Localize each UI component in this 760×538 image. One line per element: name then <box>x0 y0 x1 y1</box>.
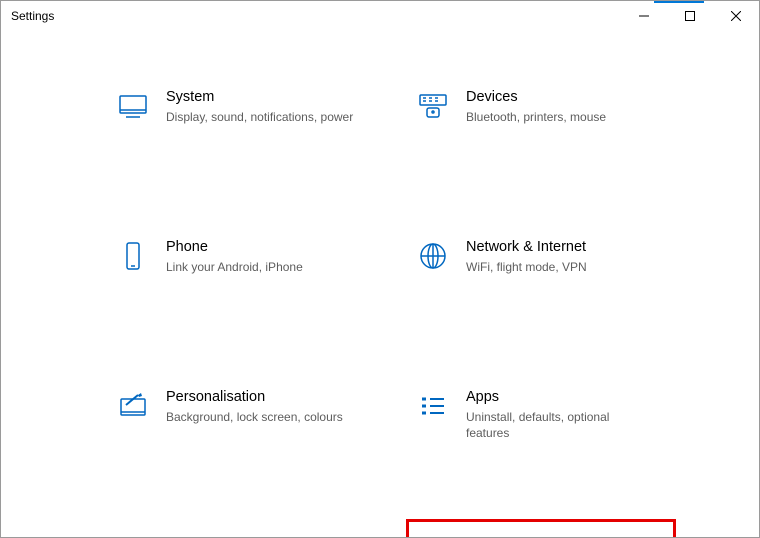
apps-icon <box>416 389 450 423</box>
devices-icon <box>416 89 450 123</box>
window-buttons <box>621 1 759 31</box>
tile-sub: Display, sound, notifications, power <box>166 109 356 125</box>
tile-sub: WiFi, flight mode, VPN <box>466 259 656 275</box>
personalisation-icon <box>116 389 150 423</box>
tile-title: Apps <box>466 387 676 407</box>
tile-title: Personalisation <box>166 387 376 407</box>
titlebar: Settings <box>1 1 759 31</box>
minimize-icon <box>639 11 649 21</box>
tile-sub: Link your Android, iPhone <box>166 259 356 275</box>
system-icon <box>116 89 150 123</box>
settings-content[interactable]: System Display, sound, notifications, po… <box>1 31 759 537</box>
tile-sub: Background, lock screen, colours <box>166 409 356 425</box>
tile-time-language[interactable]: A字 Time & Language Speech, region, date <box>406 519 676 537</box>
tile-network[interactable]: Network & Internet WiFi, flight mode, VP… <box>416 231 686 341</box>
tile-title: Devices <box>466 87 676 107</box>
settings-window: Settings System Display, sound, notifica… <box>0 0 760 538</box>
close-icon <box>731 11 741 21</box>
tile-title: Phone <box>166 237 376 257</box>
window-title: Settings <box>11 9 54 23</box>
maximize-button[interactable] <box>667 1 713 31</box>
accent-strip <box>654 0 704 3</box>
close-button[interactable] <box>713 1 759 31</box>
tile-phone[interactable]: Phone Link your Android, iPhone <box>116 231 386 341</box>
maximize-icon <box>685 11 695 21</box>
minimize-button[interactable] <box>621 1 667 31</box>
tile-sub: Bluetooth, printers, mouse <box>466 109 656 125</box>
phone-icon <box>116 239 150 273</box>
tile-title: System <box>166 87 376 107</box>
tile-title: Network & Internet <box>466 237 676 257</box>
tile-sub: Uninstall, defaults, optional features <box>466 409 656 441</box>
tile-system[interactable]: System Display, sound, notifications, po… <box>116 81 386 191</box>
network-icon <box>416 239 450 273</box>
tile-personalisation[interactable]: Personalisation Background, lock screen,… <box>116 381 386 491</box>
tile-devices[interactable]: Devices Bluetooth, printers, mouse <box>416 81 686 191</box>
settings-grid: System Display, sound, notifications, po… <box>116 81 736 537</box>
tile-accounts[interactable]: Accounts Your accounts, email, sync, wor… <box>116 531 386 537</box>
tile-apps[interactable]: Apps Uninstall, defaults, optional featu… <box>416 381 686 491</box>
